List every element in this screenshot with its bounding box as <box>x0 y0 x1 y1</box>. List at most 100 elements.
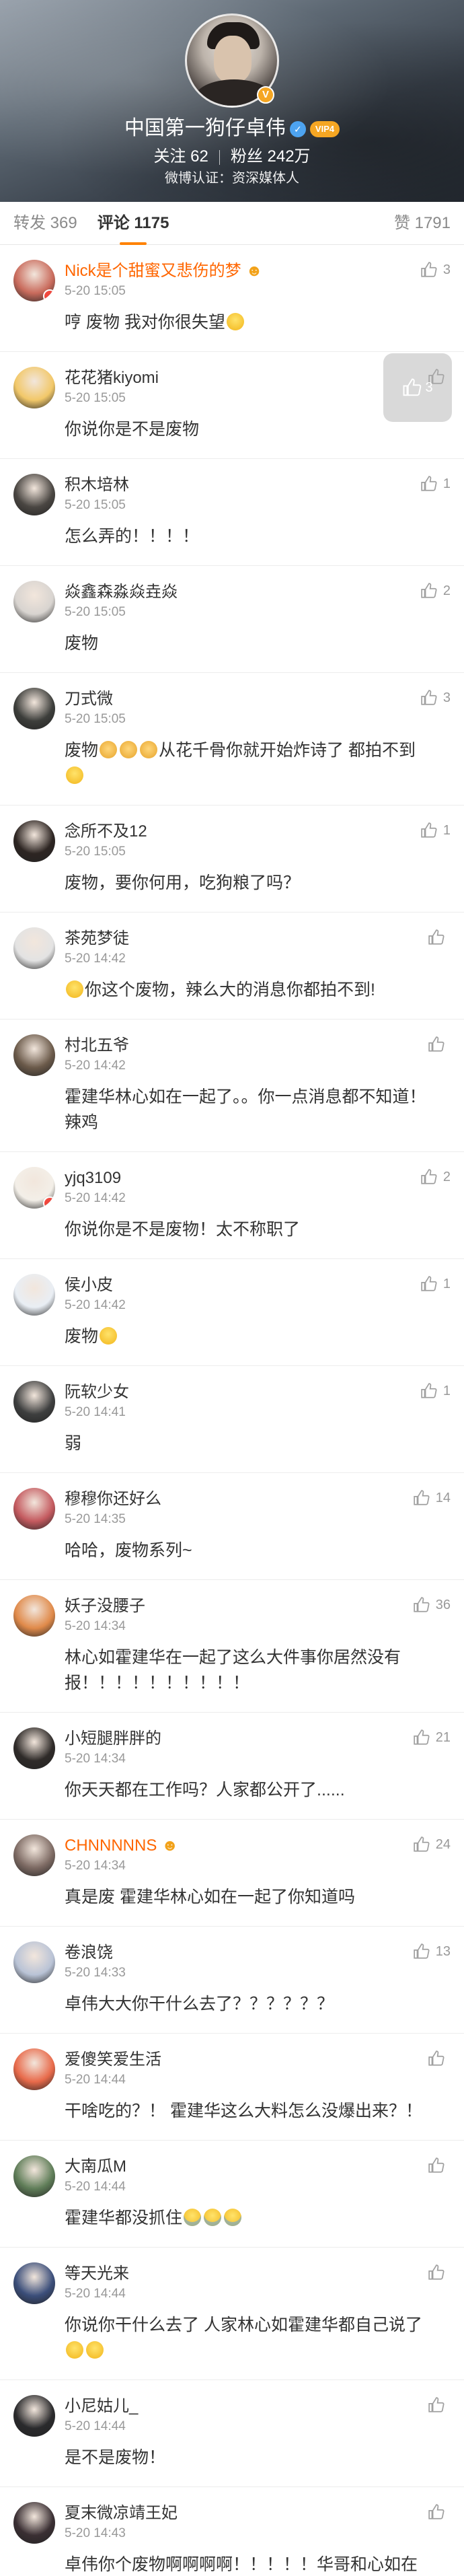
comment-username[interactable]: 焱鑫森淼焱垚焱 <box>65 582 451 602</box>
avatar[interactable] <box>13 1941 55 1983</box>
like-button[interactable]: 1 <box>420 822 451 839</box>
avatar[interactable] <box>13 1381 55 1423</box>
comment-username[interactable]: Nick是个甜蜜又悲伤的梦 ☻ <box>65 261 451 281</box>
comment-item[interactable]: 焱鑫森淼焱垚焱 5-20 15:05 废物 2 <box>0 566 464 673</box>
avatar[interactable] <box>13 1034 55 1076</box>
comment-username[interactable]: 小短腿胖胖的 <box>65 1729 451 1749</box>
comment-item[interactable]: 小短腿胖胖的 5-20 14:34 你天天都在工作吗？人家都公开了...... 21 <box>0 1713 464 1820</box>
avatar[interactable] <box>13 1167 55 1209</box>
avatar[interactable] <box>13 2048 55 2090</box>
like-button[interactable]: 13 <box>413 1943 451 1960</box>
comment-item[interactable]: 小尼姑儿_ 5-20 14:44 是不是废物！ <box>0 2380 464 2487</box>
like-button[interactable] <box>428 2503 451 2521</box>
avatar[interactable] <box>13 820 55 862</box>
comment-username[interactable]: 积木培林 <box>65 475 451 495</box>
like-button[interactable]: 36 <box>413 1596 451 1614</box>
comment-body: 废物 <box>65 1324 451 1349</box>
comment-item[interactable]: 穆穆你还好么 5-20 14:35 哈哈，废物系列~ 14 <box>0 1473 464 1580</box>
name-emoji-icon: ☻ <box>245 262 263 280</box>
comment-body: 废物 从花千骨你就开始炸诗了 都拍不到 <box>65 738 451 789</box>
thumbs-up-icon <box>414 1490 430 1505</box>
avatar[interactable] <box>13 1595 55 1637</box>
like-button[interactable]: 2 <box>420 1168 451 1186</box>
comment-username[interactable]: 阮软少女 <box>65 1382 451 1402</box>
comment-item[interactable]: 大南瓜M 5-20 14:44 霍建华都没抓住 <box>0 2141 464 2248</box>
avatar[interactable] <box>13 1834 55 1876</box>
thumbs-up-icon <box>414 1836 430 1852</box>
comment-username[interactable]: 卷浪饶 <box>65 1943 451 1963</box>
comment-username[interactable]: 刀式微 <box>65 689 451 709</box>
like-button[interactable] <box>428 929 451 946</box>
comment-item[interactable]: 妖子没腰子 5-20 14:34 林心如霍建华在一起了这么大件事你居然没有报！！！！… <box>0 1580 464 1713</box>
comment-item[interactable]: 夏末微凉靖王妃 5-20 14:43 卓伟你个废物啊啊啊啊！！！！！华哥和心如在一起… <box>0 2487 464 2576</box>
comment-username[interactable]: 小尼姑儿_ <box>65 2396 451 2417</box>
comment-username[interactable]: 念所不及12 <box>65 822 451 842</box>
tab-likes[interactable]: 赞 1791 <box>394 202 451 245</box>
tab-reposts[interactable]: 转发 369 <box>13 202 77 245</box>
like-button[interactable] <box>428 2396 451 2414</box>
avatar[interactable] <box>13 688 55 729</box>
comment-username[interactable]: 等天光来 <box>65 2264 451 2284</box>
vip-badge-icon[interactable]: VIP4 <box>309 121 340 138</box>
comment-username[interactable]: 妖子没腰子 <box>65 1596 451 1616</box>
tab-comments[interactable]: 评论 1175 <box>98 202 169 245</box>
avatar[interactable] <box>13 927 55 969</box>
avatar[interactable] <box>13 2262 55 2304</box>
like-button[interactable] <box>428 2157 451 2174</box>
comment-body: 哼 废物 我对你很失望 <box>65 310 451 335</box>
comment-item[interactable]: 等天光来 5-20 14:44 你说你干什么去了 人家林心如霍建华都自己说了 <box>0 2248 464 2380</box>
comment-username[interactable]: 大南瓜M <box>65 2157 451 2177</box>
comment-item[interactable]: 阮软少女 5-20 14:41 弱 1 <box>0 1366 464 1473</box>
like-count: 1 <box>442 822 451 838</box>
comment-item[interactable]: 积木培林 5-20 15:05 怎么弄的！！！！ 1 <box>0 459 464 566</box>
like-button[interactable]: 3 <box>420 261 451 279</box>
avatar[interactable] <box>13 1488 55 1530</box>
comment-body: 弱 <box>65 1431 451 1456</box>
like-count: 13 <box>435 1943 451 1959</box>
comment-item[interactable]: 刀式微 5-20 15:05 废物 从花千骨你就开始炸诗了 都拍不到 3 <box>0 673 464 806</box>
like-button[interactable]: 1 <box>420 1382 451 1400</box>
avatar[interactable] <box>13 260 55 301</box>
like-button[interactable]: 1 <box>420 475 451 493</box>
avatar[interactable] <box>13 581 55 622</box>
avatar[interactable] <box>13 367 55 408</box>
avatar[interactable] <box>13 2502 55 2544</box>
comment-item[interactable]: 爱傻笑爱生活 5-20 14:44 干啥吃的？！ 霍建华这么大料怎么没爆出来？！ <box>0 2034 464 2141</box>
comment-item[interactable]: 村北五爷 5-20 14:42 霍建华林心如在一起了。。你一点消息都不知道！辣鸡 <box>0 1019 464 1152</box>
like-button[interactable]: 14 <box>413 1489 451 1507</box>
comment-username[interactable]: 茶苑梦徒 <box>65 929 451 949</box>
like-button[interactable] <box>428 2050 451 2067</box>
avatar[interactable] <box>13 474 55 515</box>
comment-item[interactable]: 念所不及12 5-20 15:05 废物，要你何用，吃狗粮了吗？ 1 <box>0 806 464 913</box>
followers-stat[interactable]: 粉丝 242万 <box>231 147 311 166</box>
avatar[interactable] <box>13 1274 55 1316</box>
comment-username[interactable]: 侯小皮 <box>65 1275 451 1295</box>
avatar[interactable] <box>13 1727 55 1769</box>
avatar[interactable] <box>13 2155 55 2197</box>
like-button[interactable]: 24 <box>413 1836 451 1853</box>
comment-item[interactable]: 侯小皮 5-20 14:42 废物 1 <box>0 1259 464 1366</box>
comment-item[interactable]: yjq3109 5-20 14:42 你说你是不是废物！太不称职了 2 <box>0 1152 464 1259</box>
like-button[interactable] <box>428 1036 451 1053</box>
comment-item[interactable]: 茶苑梦徒 5-20 14:42 你这个废物，辣么大的消息你都拍不到! <box>0 913 464 1019</box>
comment-username[interactable]: 夏末微凉靖王妃 <box>65 2503 451 2524</box>
floating-like-button[interactable]: 3 <box>383 353 452 422</box>
comment-username[interactable]: yjq3109 <box>65 1168 451 1188</box>
comment-username[interactable]: 村北五爷 <box>65 1036 451 1056</box>
comment-body: 你天天都在工作吗？人家都公开了...... <box>65 1777 451 1803</box>
following-stat[interactable]: 关注 62 <box>153 147 208 166</box>
profile-username[interactable]: 中国第一狗仔卓伟 <box>124 117 286 139</box>
like-button[interactable] <box>428 2264 451 2281</box>
comment-username[interactable]: 爱傻笑爱生活 <box>65 2050 451 2070</box>
comment-item[interactable]: CHNNNNNS ☻ 5-20 14:34 真是废 霍建华林心如在一起了你知道吗 24 <box>0 1820 464 1927</box>
like-button[interactable]: 2 <box>420 582 451 600</box>
comment-text: 废物 <box>65 1327 99 1346</box>
avatar[interactable] <box>13 2395 55 2437</box>
comment-username[interactable]: CHNNNNNS ☻ <box>65 1836 451 1856</box>
like-button[interactable]: 21 <box>413 1729 451 1746</box>
comment-item[interactable]: Nick是个甜蜜又悲伤的梦 ☻ 5-20 15:05 哼 废物 我对你很失望 3 <box>0 245 464 352</box>
comment-username[interactable]: 穆穆你还好么 <box>65 1489 451 1509</box>
like-button[interactable]: 1 <box>420 1275 451 1293</box>
like-button[interactable]: 3 <box>420 689 451 707</box>
comment-item[interactable]: 卷浪饶 5-20 14:33 卓伟大大你干什么去了？？？？？？ 13 <box>0 1927 464 2034</box>
